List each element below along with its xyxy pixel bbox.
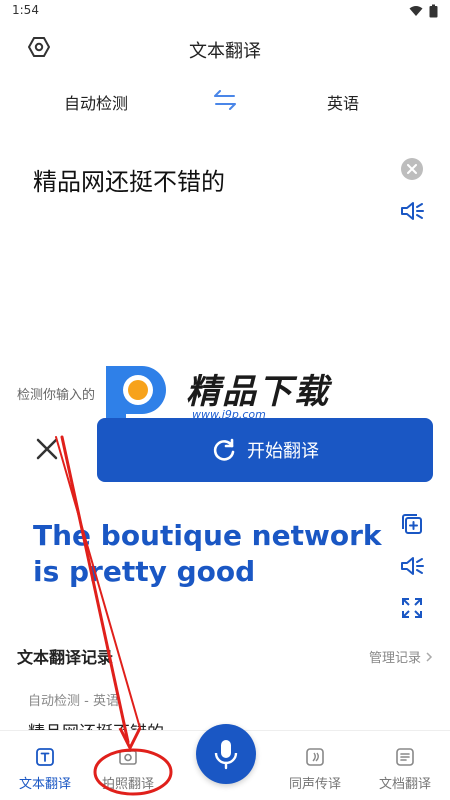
speaker-icon[interactable] bbox=[400, 555, 426, 577]
input-text[interactable]: 精品网还挺不错的 bbox=[33, 162, 225, 197]
source-language-selector[interactable]: 自动检测 bbox=[64, 90, 128, 114]
target-language-selector[interactable]: 英语 bbox=[327, 90, 359, 114]
battery-icon bbox=[429, 4, 438, 18]
detect-language-hint: 检测你输入的 bbox=[17, 388, 96, 403]
nav-label: 文档翻译 bbox=[378, 777, 431, 792]
wifi-icon bbox=[409, 6, 423, 16]
history-item-meta: 自动检测 - 英语 bbox=[28, 694, 119, 709]
swap-languages-button[interactable] bbox=[210, 88, 240, 112]
start-translate-label: 开始翻译 bbox=[247, 441, 319, 462]
translation-result: The boutique network is pretty good bbox=[33, 519, 382, 588]
nav-text-translate[interactable]: 文本翻译 bbox=[5, 747, 85, 792]
swap-arrows-icon bbox=[214, 90, 236, 110]
manage-history-link[interactable]: 管理记录 bbox=[369, 647, 433, 666]
nav-photo-translate[interactable]: 拍照翻译 bbox=[88, 747, 168, 792]
history-title: 文本翻译记录 bbox=[17, 648, 114, 667]
close-icon bbox=[407, 164, 417, 174]
voice-input-button[interactable] bbox=[196, 724, 256, 784]
chevron-right-icon bbox=[426, 651, 433, 662]
close-button[interactable] bbox=[32, 434, 62, 464]
copy-icon[interactable] bbox=[400, 512, 424, 536]
manage-history-label: 管理记录 bbox=[369, 651, 422, 666]
nav-label: 拍照翻译 bbox=[101, 777, 154, 792]
nav-label: 同声传译 bbox=[288, 777, 341, 792]
speaker-icon[interactable] bbox=[400, 200, 426, 222]
photo-translate-icon bbox=[119, 749, 137, 765]
nav-document-translate[interactable]: 文档翻译 bbox=[365, 747, 445, 792]
interpret-icon bbox=[306, 748, 324, 766]
fullscreen-icon[interactable] bbox=[401, 597, 423, 619]
clear-input-button[interactable] bbox=[401, 158, 423, 180]
text-translate-icon bbox=[36, 748, 54, 766]
start-translate-button[interactable]: 开始翻译 bbox=[97, 418, 433, 482]
microphone-icon bbox=[214, 740, 238, 770]
watermark-brand: 精品下载 bbox=[186, 372, 330, 412]
nav-interpret[interactable]: 同声传译 bbox=[275, 747, 355, 792]
status-bar: 1:54 bbox=[0, 0, 450, 22]
refresh-icon bbox=[213, 438, 235, 461]
nav-label: 文本翻译 bbox=[18, 777, 71, 792]
page-title: 文本翻译 bbox=[189, 41, 261, 62]
status-time: 1:54 bbox=[12, 3, 39, 17]
document-translate-icon bbox=[396, 748, 414, 766]
close-icon bbox=[36, 438, 58, 460]
status-icons bbox=[409, 4, 438, 18]
